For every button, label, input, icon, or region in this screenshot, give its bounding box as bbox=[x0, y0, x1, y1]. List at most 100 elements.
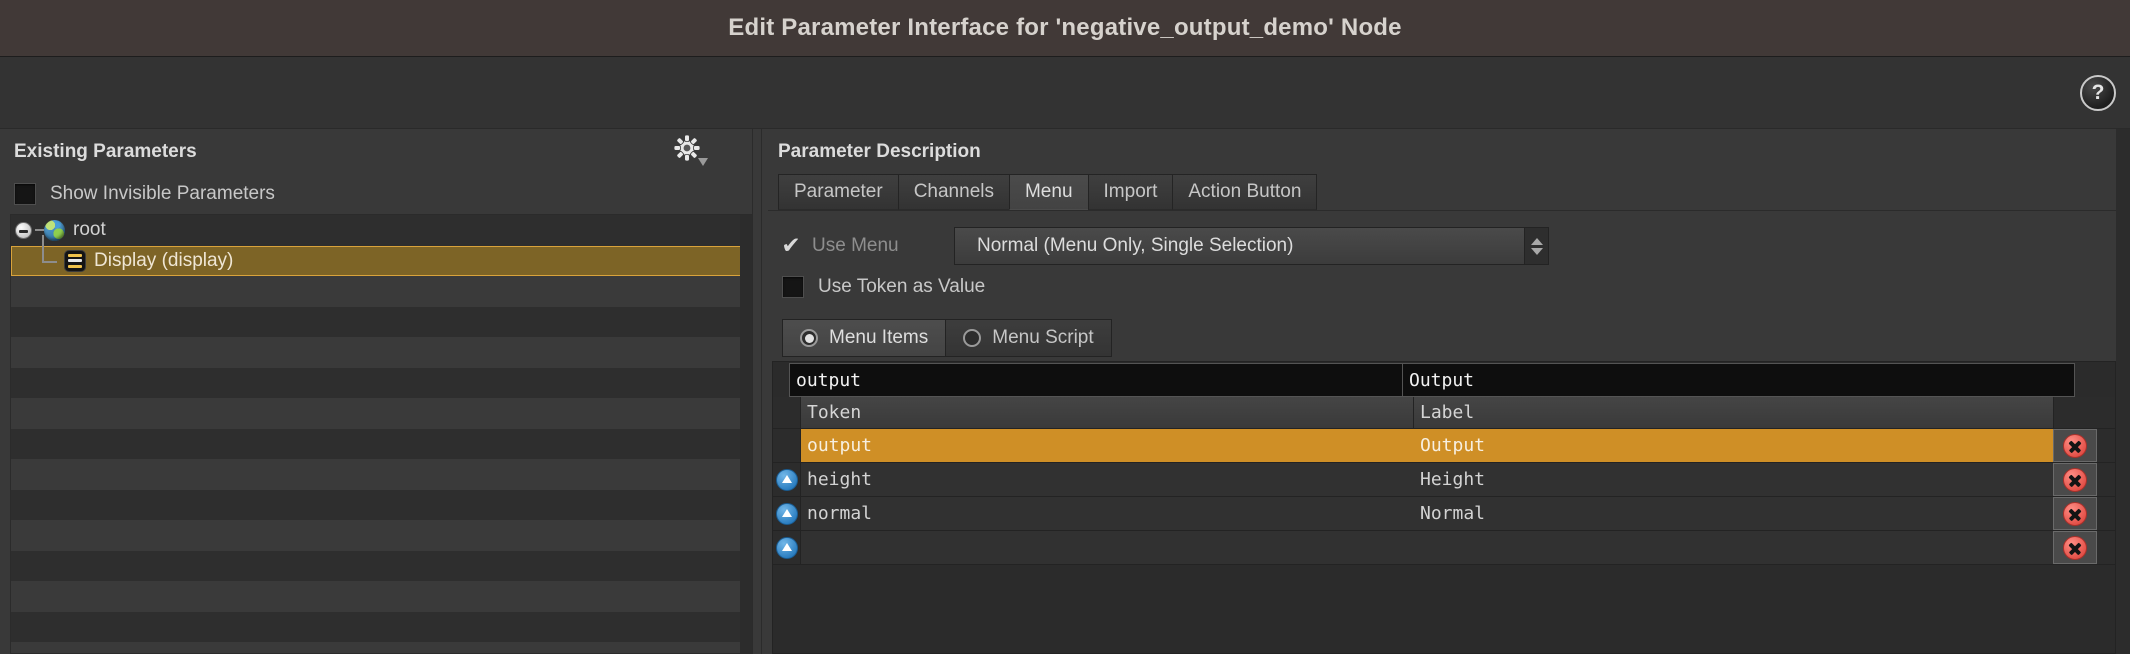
chevron-down-icon[interactable] bbox=[1530, 247, 1543, 255]
parameter-tabs: Parameter Channels Menu Import Action Bu… bbox=[768, 174, 2116, 211]
chevron-up-icon[interactable] bbox=[1530, 237, 1543, 245]
dialog-right-scrollbar[interactable] bbox=[2116, 129, 2130, 654]
tree-connector bbox=[35, 229, 44, 232]
spinner-arrows[interactable] bbox=[1524, 228, 1548, 264]
table-header-actions bbox=[2053, 397, 2097, 428]
table-row[interactable] bbox=[773, 531, 2115, 565]
row-gutter[interactable] bbox=[773, 463, 801, 496]
menu-mode-toggle: Menu Items Menu Script bbox=[782, 319, 1112, 357]
label-input[interactable]: Output bbox=[1403, 364, 2074, 396]
row-end bbox=[2097, 531, 2115, 564]
minus-icon[interactable] bbox=[14, 221, 32, 239]
radio-menu-items-label: Menu Items bbox=[829, 327, 929, 348]
cell-token[interactable]: output bbox=[801, 429, 1414, 462]
row-gutter[interactable] bbox=[773, 531, 801, 564]
delete-row-icon[interactable] bbox=[2063, 433, 2087, 458]
table-row[interactable]: height Height bbox=[773, 463, 2115, 497]
move-up-icon[interactable] bbox=[775, 468, 798, 491]
table-header-end bbox=[2097, 397, 2115, 428]
tree-item-label: root bbox=[73, 219, 106, 241]
column-header-label[interactable]: Label bbox=[1414, 397, 2053, 428]
row-actions bbox=[2053, 463, 2097, 496]
table-row[interactable]: output Output bbox=[773, 429, 2115, 463]
window-title: Edit Parameter Interface for 'negative_o… bbox=[728, 14, 1402, 41]
tree-empty-row bbox=[11, 428, 752, 459]
gear-dropdown-icon[interactable] bbox=[670, 133, 716, 173]
use-token-as-value-row[interactable]: Use Token as Value bbox=[778, 267, 2116, 307]
panel-splitter[interactable] bbox=[752, 129, 762, 654]
show-invisible-parameters-checkbox[interactable] bbox=[14, 183, 36, 205]
use-token-as-value-checkbox[interactable] bbox=[782, 276, 804, 298]
tab-channels[interactable]: Channels bbox=[897, 174, 1010, 210]
row-gutter[interactable] bbox=[773, 497, 801, 530]
tree-item-display[interactable]: Display (display) bbox=[11, 234, 752, 276]
tree-empty-row bbox=[11, 489, 752, 520]
tree-empty-row bbox=[11, 306, 752, 337]
left-panel-header: Existing Parameters bbox=[0, 129, 752, 174]
use-menu-label: Use Menu bbox=[812, 235, 899, 256]
row-end bbox=[2097, 497, 2115, 530]
move-up-icon[interactable] bbox=[775, 502, 798, 525]
column-header-token[interactable]: Token bbox=[801, 397, 1414, 428]
cell-label[interactable]: Normal bbox=[1414, 497, 2053, 530]
row-gutter bbox=[773, 429, 801, 462]
tree-item-label: Display (display) bbox=[94, 249, 234, 271]
tree-empty-row bbox=[11, 581, 752, 612]
globe-icon bbox=[44, 219, 65, 241]
row-end bbox=[2097, 429, 2115, 462]
cell-label[interactable]: Height bbox=[1414, 463, 2053, 496]
token-input[interactable]: output bbox=[790, 364, 1403, 396]
row-actions bbox=[2053, 497, 2097, 530]
row-actions bbox=[2053, 429, 2097, 462]
tab-parameter[interactable]: Parameter bbox=[778, 174, 899, 210]
table-empty-area bbox=[773, 565, 2115, 653]
show-invisible-parameters-row[interactable]: Show Invisible Parameters bbox=[0, 174, 752, 214]
use-menu-row: ✔ Use Menu Normal (Menu Only, Single Sel… bbox=[778, 225, 2116, 267]
tree-empty-row bbox=[11, 337, 752, 368]
tree-item-root[interactable]: root bbox=[11, 215, 752, 246]
cell-token[interactable]: normal bbox=[801, 497, 1414, 530]
parameters-tree[interactable]: root Display (display) bbox=[10, 214, 752, 654]
cell-label[interactable]: Output bbox=[1414, 429, 2053, 462]
tree-empty-row bbox=[11, 398, 752, 429]
menu-item-edit-row[interactable]: output Output bbox=[789, 363, 2075, 397]
tree-empty-row bbox=[11, 459, 752, 490]
cell-token[interactable] bbox=[801, 531, 1414, 564]
table-row[interactable]: normal Normal bbox=[773, 497, 2115, 531]
tree-empty-row bbox=[11, 611, 752, 642]
tab-import[interactable]: Import bbox=[1087, 174, 1174, 210]
cell-label[interactable] bbox=[1414, 531, 2053, 564]
help-circle-icon[interactable]: ? bbox=[2080, 74, 2116, 111]
radio-menu-script-label: Menu Script bbox=[992, 327, 1094, 348]
delete-row-icon[interactable] bbox=[2063, 535, 2087, 560]
row-actions bbox=[2053, 531, 2097, 564]
move-up-icon[interactable] bbox=[775, 536, 798, 559]
parameter-description-title: Parameter Description bbox=[778, 141, 981, 162]
tree-empty-row bbox=[11, 276, 752, 307]
parameter-description-panel: Parameter Description Parameter Channels… bbox=[762, 129, 2116, 654]
tab-menu[interactable]: Menu bbox=[1008, 174, 1089, 210]
page-title: Existing Parameters bbox=[14, 140, 197, 162]
delete-row-icon[interactable] bbox=[2063, 501, 2087, 526]
tab-action-button[interactable]: Action Button bbox=[1172, 174, 1318, 210]
radio-menu-script[interactable]: Menu Script bbox=[946, 320, 1111, 356]
toolbar-strip: ? bbox=[0, 57, 2130, 129]
existing-parameters-panel: Existing Parameters Show Invisible Param… bbox=[0, 129, 752, 654]
tree-vertical-scrollbar[interactable] bbox=[740, 215, 752, 653]
row-end bbox=[2097, 463, 2115, 496]
collapse-toggle[interactable] bbox=[11, 215, 35, 246]
delete-row-icon[interactable] bbox=[2063, 467, 2087, 492]
radio-menu-items[interactable]: Menu Items bbox=[783, 320, 947, 356]
tree-empty-row bbox=[11, 520, 752, 551]
help-glyph: ? bbox=[2091, 81, 2105, 104]
dialog-body: Existing Parameters Show Invisible Param… bbox=[0, 129, 2130, 654]
menu-parameter-icon bbox=[64, 249, 86, 272]
show-invisible-parameters-label: Show Invisible Parameters bbox=[50, 183, 275, 204]
use-menu-checkbox[interactable]: ✔ bbox=[778, 234, 804, 258]
cell-token[interactable]: height bbox=[801, 463, 1414, 496]
window-title-bar: Edit Parameter Interface for 'negative_o… bbox=[0, 0, 2130, 57]
radio-unselected-icon bbox=[963, 329, 982, 347]
tree-empty-row bbox=[11, 367, 752, 398]
use-menu-dropdown[interactable]: Normal (Menu Only, Single Selection) bbox=[954, 227, 1549, 265]
menu-items-table: output Output Token Label output Output bbox=[772, 361, 2116, 654]
